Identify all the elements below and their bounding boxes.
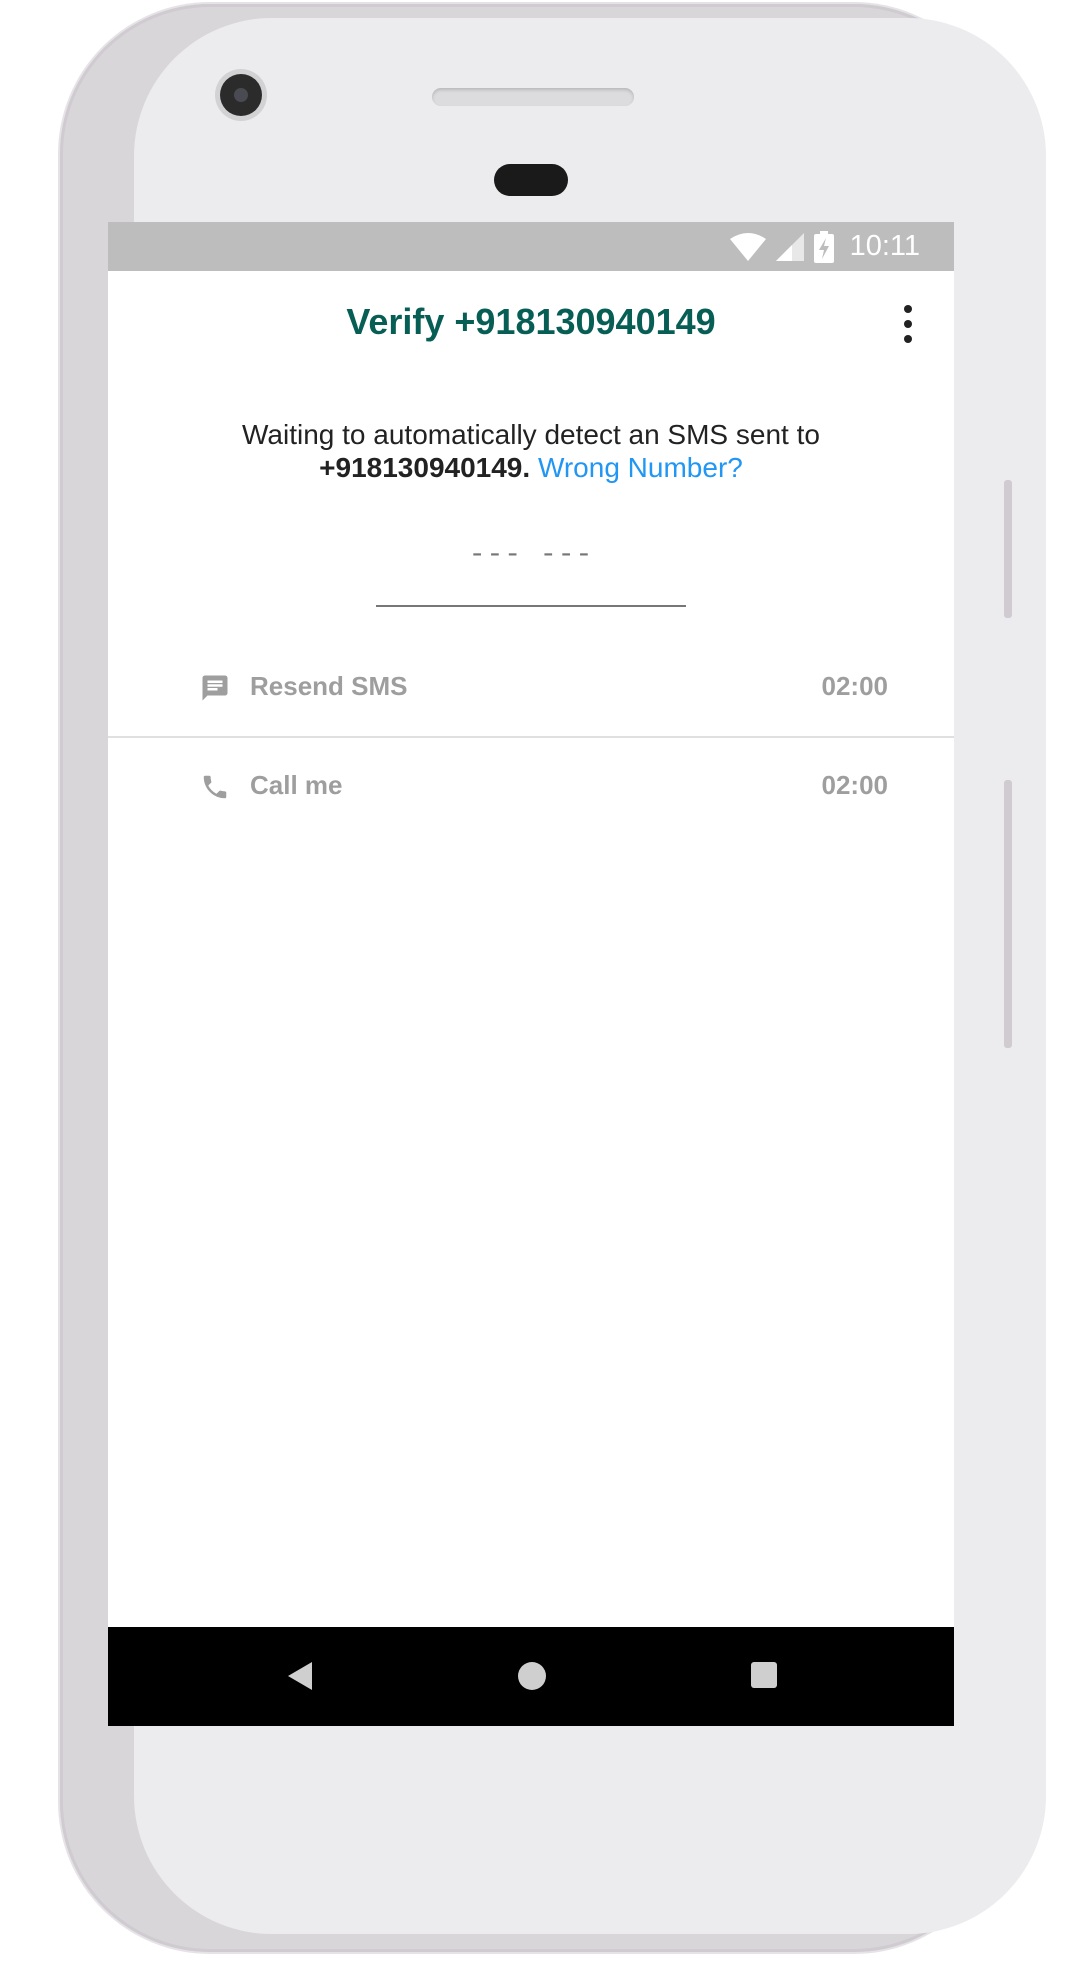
message-icon — [200, 673, 230, 703]
call-me-timer: 02:00 — [821, 770, 889, 800]
page-title: Verify +918130940149 — [346, 301, 716, 342]
power-button — [1004, 780, 1012, 1048]
battery-charging-icon — [813, 230, 834, 263]
cell-signal-icon — [775, 232, 804, 261]
status-time: 10:11 — [849, 230, 920, 262]
resend-sms-row[interactable]: Resend SMS 02:00 — [108, 639, 954, 737]
call-me-row[interactable]: Call me 02:00 — [108, 738, 954, 836]
screen: 10:11 Verify +918130940149 Waiting to au… — [108, 222, 954, 1726]
call-me-label: Call me — [250, 770, 343, 800]
resend-sms-label: Resend SMS — [250, 671, 408, 701]
resend-sms-timer: 02:00 — [821, 671, 889, 701]
menu-dot — [904, 335, 912, 343]
phone-icon — [200, 772, 230, 802]
code-placeholder: --- --- — [468, 540, 594, 571]
more-vert-icon[interactable] — [896, 305, 920, 343]
menu-dot — [904, 320, 912, 328]
recents-icon[interactable] — [751, 1661, 777, 1694]
volume-button — [1004, 480, 1012, 618]
phone-number: +918130940149. — [319, 452, 531, 483]
app-bar: Verify +918130940149 — [108, 271, 954, 383]
message-line-2: +918130940149. Wrong Number? — [108, 451, 954, 484]
earpiece-speaker — [432, 88, 634, 106]
code-input-underline — [376, 605, 686, 607]
status-bar: 10:11 — [108, 222, 954, 271]
wifi-icon — [729, 232, 766, 261]
back-icon[interactable] — [286, 1661, 314, 1696]
front-camera — [220, 74, 262, 116]
menu-dot — [904, 305, 912, 313]
home-icon[interactable] — [517, 1661, 547, 1696]
navigation-bar — [108, 1627, 954, 1726]
wrong-number-link[interactable]: Wrong Number? — [538, 452, 743, 483]
verification-message: Waiting to automatically detect an SMS s… — [108, 418, 954, 484]
code-input[interactable]: --- --- — [376, 540, 686, 590]
proximity-sensor — [494, 164, 568, 196]
message-line: Waiting to automatically detect an SMS s… — [242, 419, 820, 450]
